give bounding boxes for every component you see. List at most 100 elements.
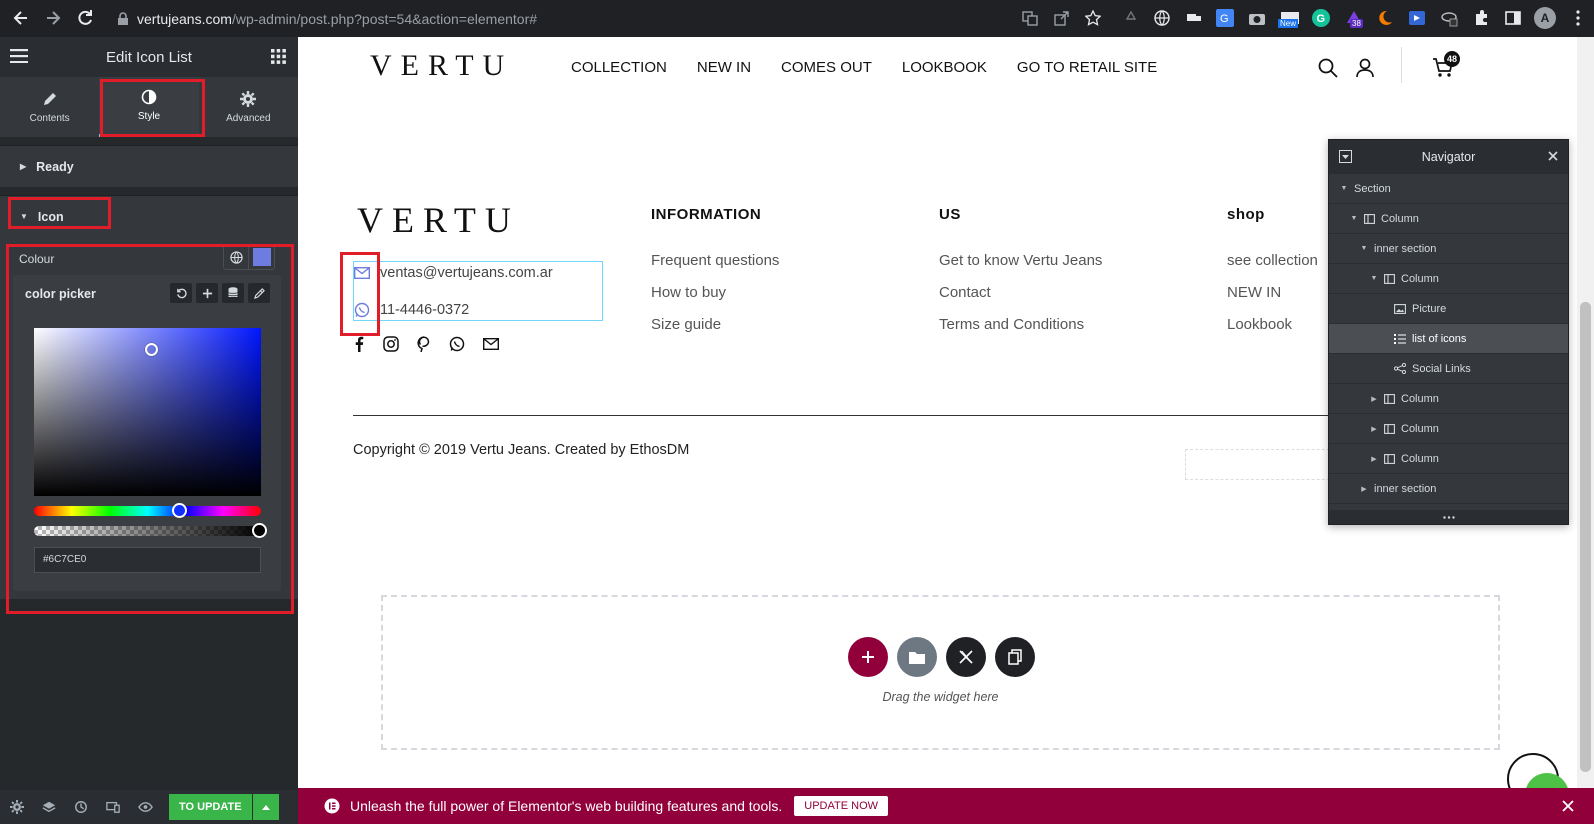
nav-row-column[interactable]: ▶ Column <box>1329 414 1568 444</box>
nav-row-picture[interactable]: Picture <box>1329 294 1568 324</box>
menu-comes-out[interactable]: COMES OUT <box>781 59 872 76</box>
google-translate-extension-icon[interactable]: G <box>1215 8 1235 28</box>
link-contact[interactable]: Contact <box>939 284 991 301</box>
menu-retail-site[interactable]: GO TO RETAIL SITE <box>1017 59 1157 76</box>
grammarly-icon[interactable]: G <box>1311 8 1331 28</box>
menu-lookbook[interactable]: LOOKBOOK <box>902 59 987 76</box>
reset-colour-button[interactable] <box>170 283 192 303</box>
add-global-colour-button[interactable] <box>196 283 218 303</box>
contact-icon-list[interactable]: ventas@vertujeans.com.ar 11-4446-0372 <box>353 261 603 321</box>
history-icon[interactable] <box>74 800 88 814</box>
menu-collection[interactable]: COLLECTION <box>571 59 667 76</box>
empty-column-placeholder[interactable] <box>1185 449 1345 480</box>
global-colour-button[interactable] <box>224 245 250 269</box>
footer-logo[interactable]: VERTU <box>357 199 520 241</box>
hue-slider[interactable] <box>34 503 261 518</box>
globe-extension-icon[interactable] <box>1152 8 1172 28</box>
profile-avatar[interactable]: A <box>1534 7 1556 29</box>
collapse-all-icon[interactable] <box>1339 150 1352 163</box>
address-bar[interactable]: vertujeans.com/wp-admin/post.php?post=54… <box>105 5 1095 32</box>
translate-icon[interactable] <box>1020 8 1040 28</box>
settings-gear-icon[interactable] <box>10 800 24 814</box>
responsive-mode-icon[interactable] <box>106 800 120 814</box>
nav-row-list-of-icons[interactable]: list of icons <box>1329 324 1568 354</box>
link-get-to-know[interactable]: Get to know Vertu Jeans <box>939 252 1102 269</box>
tab-style[interactable]: Style <box>99 77 199 137</box>
instagram-icon[interactable] <box>383 336 399 352</box>
share-icon[interactable] <box>1052 8 1072 28</box>
recycle-extension-icon[interactable] <box>1121 8 1141 28</box>
section-icon[interactable]: ▼ Icon <box>0 195 298 237</box>
saturation-value-field[interactable] <box>34 328 261 496</box>
section-ready[interactable]: ▶ Ready <box>0 145 298 187</box>
tab-advanced[interactable]: Advanced <box>199 77 298 137</box>
site-logo[interactable]: VERTU <box>370 49 513 83</box>
nav-row-column[interactable]: ▼ Column <box>1329 264 1568 294</box>
account-icon[interactable] <box>1356 58 1374 78</box>
update-button[interactable]: TO UPDATE <box>169 794 252 820</box>
moon-extension-icon[interactable] <box>1375 8 1395 28</box>
cart-icon[interactable]: 48 <box>1432 51 1460 79</box>
colour-swatch-button[interactable] <box>249 245 274 269</box>
add-section-button[interactable] <box>848 637 888 677</box>
navigator-resize-handle[interactable] <box>1329 510 1568 524</box>
whatsapp-social-icon[interactable] <box>449 336 465 352</box>
browser-menu-icon[interactable] <box>1568 8 1588 28</box>
email-social-icon[interactable] <box>483 338 499 350</box>
navigator-header[interactable]: Navigator <box>1329 140 1568 174</box>
nav-row-column[interactable]: ▶ Column <box>1329 444 1568 474</box>
hue-handle[interactable] <box>172 503 187 518</box>
news-extension-icon[interactable]: New <box>1278 8 1300 28</box>
nav-row-section[interactable]: ▼ Section <box>1329 174 1568 204</box>
add-template-button[interactable] <box>897 637 937 677</box>
saturation-handle[interactable] <box>145 343 158 356</box>
nav-row-social-links[interactable]: Social Links <box>1329 354 1568 384</box>
nav-row-inner-section[interactable]: ▶ inner section <box>1329 474 1568 504</box>
menu-new-in[interactable]: NEW IN <box>697 59 751 76</box>
back-button[interactable] <box>6 3 36 33</box>
eyedropper-button[interactable] <box>248 283 270 303</box>
add-section-dropzone[interactable]: Drag the widget here <box>381 595 1500 750</box>
update-now-button[interactable]: UPDATE NOW <box>794 796 889 816</box>
forward-button[interactable] <box>38 3 68 33</box>
link-lookbook[interactable]: Lookbook <box>1227 316 1292 333</box>
global-colours-button[interactable] <box>222 283 244 303</box>
video-extension-icon[interactable] <box>1407 8 1427 28</box>
reload-button[interactable] <box>70 3 100 33</box>
link-see-collection[interactable]: see collection <box>1227 252 1318 269</box>
puzzle-extensions-icon[interactable] <box>1471 8 1491 28</box>
paste-button[interactable] <box>995 637 1035 677</box>
link-size-guide[interactable]: Size guide <box>651 316 721 333</box>
eye-extension-icon[interactable] <box>1439 8 1459 28</box>
colour-label: Colour <box>19 252 55 266</box>
side-panel-icon[interactable] <box>1503 8 1523 28</box>
widgets-grid-icon[interactable] <box>271 49 286 64</box>
opacity-slider[interactable] <box>34 523 267 538</box>
facebook-icon[interactable] <box>353 336 365 352</box>
nav-row-inner-section[interactable]: ▼ inner section <box>1329 234 1568 264</box>
nav-row-column[interactable]: ▶ Column <box>1329 384 1568 414</box>
update-options-button[interactable] <box>252 794 279 820</box>
truck-extension-icon[interactable] <box>1184 8 1204 28</box>
promo-close-icon[interactable] <box>1562 800 1574 812</box>
preview-eye-icon[interactable] <box>138 801 153 813</box>
layers-icon[interactable] <box>42 800 56 814</box>
bookmark-star-icon[interactable] <box>1083 8 1103 28</box>
link-how-to-buy[interactable]: How to buy <box>651 284 726 301</box>
navigator-close-icon[interactable] <box>1548 151 1558 161</box>
page-scrollbar[interactable] <box>1577 37 1594 788</box>
link-frequent-questions[interactable]: Frequent questions <box>651 252 779 269</box>
opacity-handle[interactable] <box>252 523 267 538</box>
purple-extension-icon[interactable]: 38 <box>1344 8 1364 28</box>
pinterest-icon[interactable] <box>417 336 431 352</box>
camera-extension-icon[interactable] <box>1247 8 1267 28</box>
nav-row-column[interactable]: ▼ Column <box>1329 204 1568 234</box>
link-terms[interactable]: Terms and Conditions <box>939 316 1084 333</box>
hex-input[interactable]: #6C7CE0 <box>34 547 261 573</box>
tab-contents[interactable]: Contents <box>0 77 99 137</box>
elementor-kit-button[interactable] <box>946 637 986 677</box>
link-new-in[interactable]: NEW IN <box>1227 284 1281 301</box>
scrollbar-thumb[interactable] <box>1580 302 1591 772</box>
search-icon[interactable] <box>1318 58 1338 78</box>
hamburger-menu-icon[interactable] <box>10 49 28 63</box>
